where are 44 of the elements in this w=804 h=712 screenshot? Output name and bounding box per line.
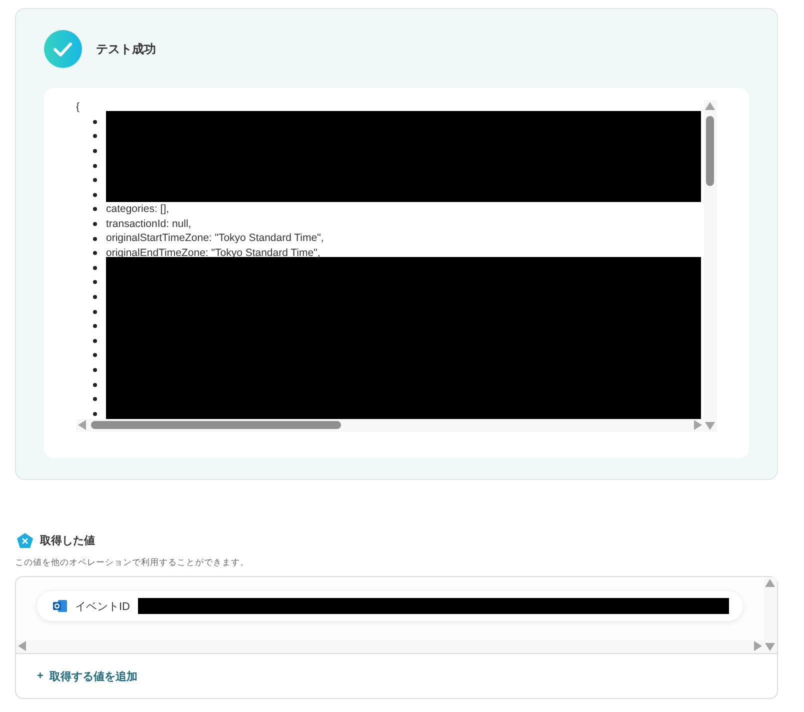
code-line: categories: [], bbox=[106, 202, 170, 217]
bullet-icon bbox=[93, 236, 97, 241]
horizontal-scrollbar[interactable] bbox=[16, 640, 764, 653]
scroll-right-icon[interactable] bbox=[754, 641, 762, 651]
vertical-scrollbar[interactable] bbox=[764, 577, 777, 653]
scrollbar-thumb[interactable] bbox=[91, 421, 341, 429]
bullet-icon bbox=[93, 164, 97, 168]
value-label: イベントID bbox=[75, 600, 130, 614]
bullet-icon bbox=[93, 382, 97, 387]
scroll-right-icon[interactable] bbox=[694, 420, 702, 430]
code-line: originalEndTimeZone: "Tokyo Standard Time", bbox=[106, 246, 320, 261]
bullet-icon bbox=[93, 222, 97, 226]
add-value-link[interactable]: + 取得する値を追加 bbox=[16, 653, 777, 698]
bullet-icon bbox=[93, 266, 97, 270]
variable-badge-icon bbox=[17, 533, 33, 548]
bullet-icon bbox=[93, 207, 97, 212]
scroll-up-icon[interactable] bbox=[765, 579, 775, 587]
mail-app-icon bbox=[53, 600, 67, 612]
bullet-icon bbox=[93, 412, 97, 416]
bullet-icon bbox=[93, 280, 97, 284]
vertical-scrollbar[interactable] bbox=[704, 100, 717, 432]
bullet-icon bbox=[93, 120, 97, 124]
bullet-icon bbox=[93, 134, 97, 138]
scroll-left-icon[interactable] bbox=[18, 641, 26, 651]
horizontal-scrollbar[interactable] bbox=[76, 419, 704, 432]
bullet-icon bbox=[93, 338, 97, 343]
bullet-icon bbox=[93, 192, 97, 197]
bullet-icon bbox=[93, 295, 97, 300]
bullet-icon bbox=[93, 310, 97, 314]
bullet-icon bbox=[93, 324, 97, 328]
code-line: transactionId: null, bbox=[106, 216, 192, 232]
section-description: この値を他のオペレーションで利用することができます。 bbox=[15, 557, 250, 569]
section-title: 取得した値 bbox=[40, 534, 95, 548]
bullet-icon bbox=[93, 251, 97, 256]
value-chip[interactable]: イベントID bbox=[37, 591, 743, 621]
bullet-icon bbox=[93, 353, 97, 358]
scrollbar-thumb[interactable] bbox=[706, 116, 714, 186]
bullet-icon bbox=[93, 149, 97, 154]
bullet-icon bbox=[93, 368, 97, 372]
code-line: originalStartTimeZone: "Tokyo Standard Time", bbox=[106, 231, 324, 246]
bullet-icon bbox=[93, 178, 97, 182]
bullet-icon bbox=[93, 397, 97, 402]
status-title: テスト成功 bbox=[96, 40, 156, 58]
code-line: { bbox=[76, 100, 80, 115]
